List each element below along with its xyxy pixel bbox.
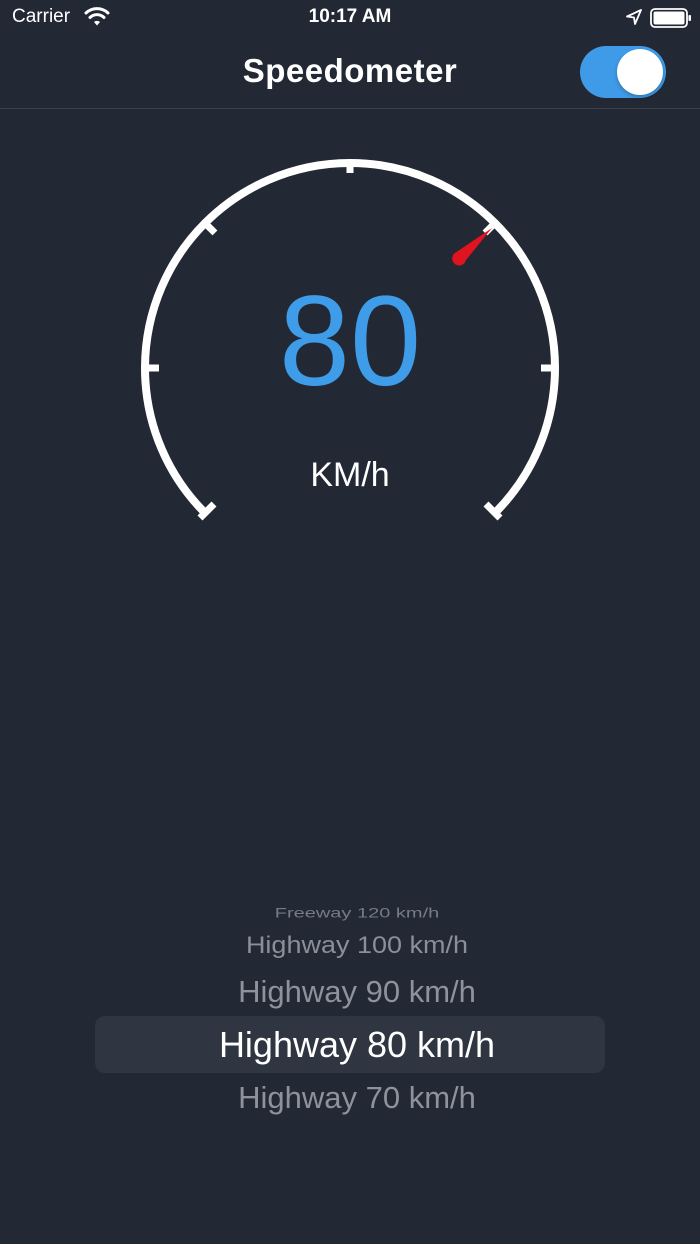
- status-bar: Carrier 10:17 AM: [0, 0, 700, 36]
- gauge-tick: [482, 220, 498, 236]
- location-arrow-icon: [626, 9, 642, 25]
- picker-item[interactable]: Highway 70 km/h: [0, 1080, 700, 1116]
- gauge-tick: [202, 220, 218, 236]
- battery-full-icon: [650, 8, 691, 28]
- speed-limit-picker[interactable]: Freeway 120 km/h Highway 100 km/h Highwa…: [0, 890, 700, 1130]
- toggle-knob[interactable]: [617, 49, 663, 95]
- picker-item-selected[interactable]: Highway 80 km/h: [0, 1024, 700, 1066]
- speed-value: 80: [278, 270, 422, 413]
- picker-item[interactable]: Highway 100 km/h: [0, 932, 700, 959]
- picker-item[interactable]: Freeway 120 km/h: [0, 905, 700, 921]
- speed-unit: KM/h: [310, 456, 390, 494]
- status-time: 10:17 AM: [308, 6, 392, 27]
- speed-limit-toggle[interactable]: [580, 46, 666, 98]
- gauge-needle: [452, 228, 492, 266]
- picker-item[interactable]: Highway 90 km/h: [0, 974, 700, 1010]
- navigation-bar: Speedometer: [0, 36, 700, 109]
